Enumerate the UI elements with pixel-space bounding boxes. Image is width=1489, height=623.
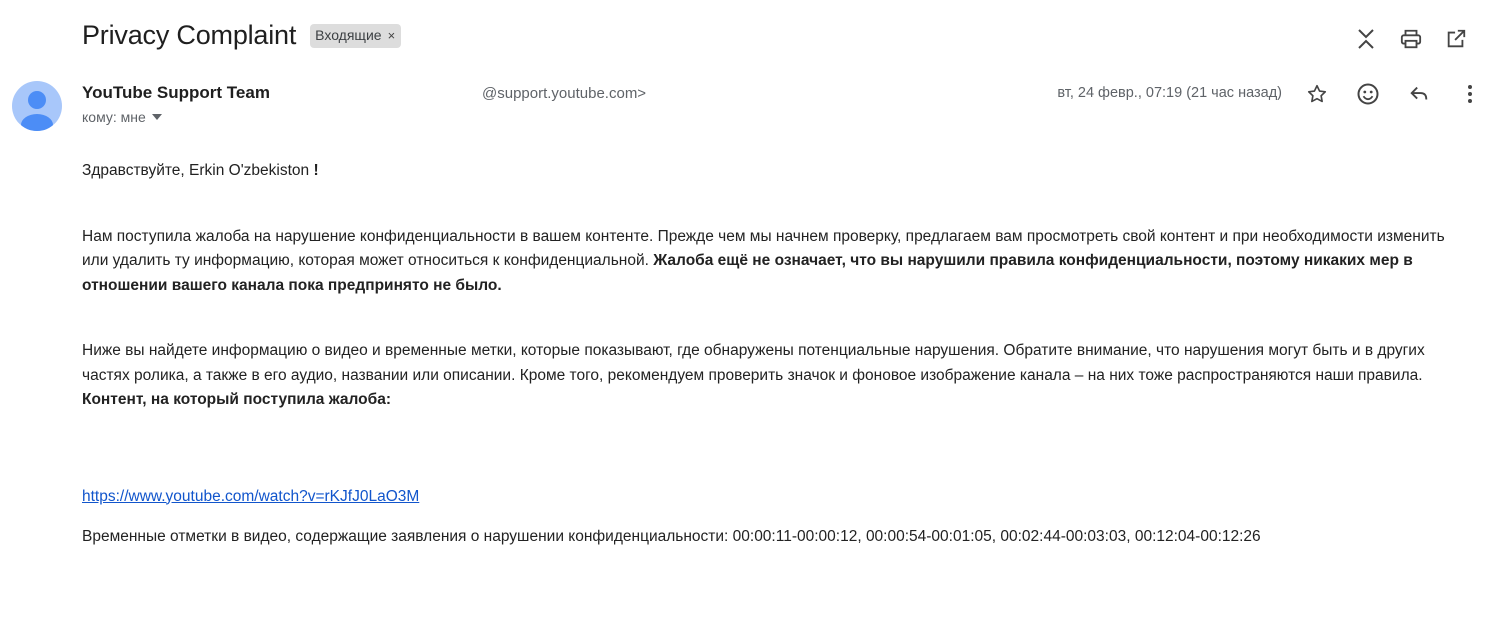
open-new-window-icon[interactable] bbox=[1444, 27, 1468, 51]
inbox-label-chip[interactable]: Входящие × bbox=[310, 23, 402, 48]
message-actions bbox=[1278, 82, 1482, 106]
intro-paragraph: Нам поступила жалоба на нарушение конфид… bbox=[82, 225, 1472, 299]
sender-avatar[interactable] bbox=[12, 81, 62, 131]
remove-label-button[interactable]: × bbox=[388, 27, 396, 44]
star-icon[interactable] bbox=[1305, 82, 1329, 106]
video-link-paragraph: https://www.youtube.com/watch?v=rKJfJ0La… bbox=[82, 485, 1472, 510]
greeting: Здравствуйте, Erkin O'zbekiston ! bbox=[82, 159, 1472, 184]
print-icon[interactable] bbox=[1399, 27, 1423, 51]
recipient-label: кому: мне bbox=[82, 109, 146, 125]
subject-row: Privacy Complaint Входящие × bbox=[82, 20, 402, 51]
timestamps-paragraph: Временные отметки в видео, содержащие за… bbox=[82, 528, 1261, 545]
details-paragraph: Ниже вы найдете информацию о видео и вре… bbox=[82, 342, 1425, 384]
more-vert-icon[interactable] bbox=[1458, 82, 1482, 106]
video-link[interactable]: https://www.youtube.com/watch?v=rKJfJ0La… bbox=[82, 488, 419, 505]
chevron-down-icon bbox=[151, 114, 162, 120]
greeting-text: Здравствуйте, Erkin O'zbekiston bbox=[82, 162, 310, 179]
content-heading: Контент, на который поступила жалоба: bbox=[82, 388, 1472, 413]
top-toolbar bbox=[1354, 27, 1489, 51]
expand-collapse-icon[interactable] bbox=[1354, 27, 1378, 51]
greeting-end: ! bbox=[313, 162, 319, 179]
content-heading-text: Контент, на который поступила жалоба: bbox=[82, 391, 391, 408]
email-date: вт, 24 февр., 07:19 (21 час назад) bbox=[1057, 85, 1282, 101]
emoji-icon[interactable] bbox=[1356, 82, 1380, 106]
inbox-label-text: Входящие bbox=[315, 26, 382, 43]
sender-email: @support.youtube.com> bbox=[482, 85, 647, 102]
person-icon bbox=[21, 91, 53, 131]
sender-name[interactable]: YouTube Support Team bbox=[82, 83, 270, 103]
sender-row: YouTube Support Team @support.youtube.co… bbox=[82, 82, 1482, 106]
reply-icon[interactable] bbox=[1407, 82, 1431, 106]
recipient-details-toggle[interactable]: кому: мне bbox=[82, 109, 162, 125]
email-body: Здравствуйте, Erkin O'zbekiston ! Нам по… bbox=[82, 159, 1472, 550]
email-subject: Privacy Complaint bbox=[82, 20, 297, 50]
